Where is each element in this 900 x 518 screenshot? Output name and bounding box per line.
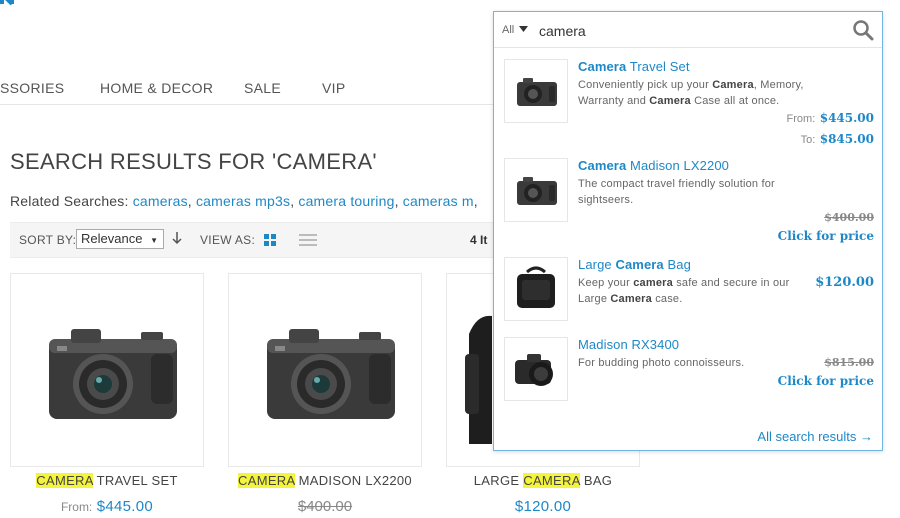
price-to-label: To:	[800, 134, 816, 146]
caret-down-icon[interactable]	[519, 26, 528, 32]
price-from-label: From:	[786, 113, 816, 125]
related-link-cameras[interactable]: cameras	[133, 193, 188, 209]
sort-select-value: Relevance	[81, 231, 143, 246]
search-input[interactable]	[539, 21, 839, 41]
result-thumbnail[interactable]	[504, 59, 568, 123]
result-title-match: Camera	[615, 257, 664, 272]
search-highlight: CAMERA	[36, 473, 93, 488]
result-prices: $120.00	[815, 273, 874, 291]
product-price: $400.00	[228, 498, 422, 516]
product-name-rest: TRAVEL SET	[93, 473, 178, 488]
click-for-price-link[interactable]: Click for price	[778, 374, 874, 388]
camera-image	[267, 329, 395, 419]
nav-item-home-decor[interactable]: HOME & DECOR	[100, 80, 213, 96]
price-from-value: $445.00	[819, 111, 874, 125]
result-description: For budding photo connoisseurs.	[578, 357, 745, 369]
related-searches: Related Searches: cameras, cameras mp3s,…	[10, 193, 478, 209]
product-name[interactable]: LARGE CAMERA BAG	[446, 473, 640, 488]
result-description: Conveniently pick up your Camera, Memory…	[578, 79, 804, 107]
price-to-value: $845.00	[819, 132, 874, 146]
product-name-pre: LARGE	[473, 473, 524, 488]
result-description: Keep your camera safe and secure in our …	[578, 277, 790, 305]
search-bar: All	[494, 12, 882, 48]
separator: ,	[473, 193, 478, 209]
nav-divider	[0, 104, 495, 105]
nav-item-vip[interactable]: VIP	[322, 80, 345, 96]
result-prices: From: $445.00 To: $845.00	[787, 108, 874, 150]
price-value: $120.00	[815, 275, 874, 290]
old-price: $400.00	[297, 498, 353, 515]
product-name-rest: MADISON LX2200	[294, 473, 412, 488]
result-title[interactable]: Madison RX3400	[578, 337, 679, 352]
result-title-rest: Madison LX2200	[626, 158, 729, 173]
chevron-down-icon: ▼	[150, 236, 158, 245]
camera-image	[517, 78, 557, 106]
search-result-item[interactable]: Large Camera Bag Keep your camera safe a…	[504, 257, 874, 327]
search-autocomplete-panel: All Camera Travel Set Conveniently pick …	[493, 11, 883, 451]
separator: ,	[394, 193, 399, 209]
camera-bag-image	[517, 266, 555, 308]
dslr-camera-image	[515, 354, 553, 386]
search-highlight: CAMERA	[238, 473, 295, 488]
result-title[interactable]: Large Camera Bag	[578, 257, 691, 272]
product-price: From: $445.00	[10, 498, 204, 516]
click-for-price-link[interactable]: Click for price	[778, 229, 874, 243]
search-highlight: CAMERA	[523, 473, 580, 488]
price-from-label: From:	[60, 500, 93, 514]
result-thumbnail[interactable]	[504, 337, 568, 401]
product-name[interactable]: CAMERA TRAVEL SET	[10, 473, 204, 488]
product-price: $120.00	[446, 498, 640, 516]
related-link-cameras-m[interactable]: cameras m	[403, 193, 474, 209]
view-as-label: VIEW AS:	[200, 233, 256, 247]
nav-item-accessories[interactable]: SSORIES	[0, 80, 64, 96]
search-result-item[interactable]: Camera Travel Set Conveniently pick up y…	[504, 59, 874, 149]
product-image[interactable]	[228, 273, 422, 467]
nav-item-sale[interactable]: SALE	[244, 80, 281, 96]
result-thumbnail[interactable]	[504, 158, 568, 222]
items-count: 4 It	[470, 233, 488, 247]
result-title-match: Camera	[578, 59, 627, 74]
search-result-item[interactable]: Camera Madison LX2200 The compact travel…	[504, 158, 874, 248]
related-link-camera-touring[interactable]: camera touring	[298, 193, 394, 209]
search-icon[interactable]	[852, 19, 874, 41]
price-value: $120.00	[514, 498, 572, 515]
page-title: SEARCH RESULTS FOR 'CAMERA'	[10, 149, 377, 174]
list-view-icon[interactable]	[299, 234, 317, 246]
price-value: $445.00	[96, 498, 154, 515]
product-card[interactable]: CAMERA MADISON LX2200 $400.00	[228, 273, 422, 515]
result-title-match: Camera	[578, 158, 627, 173]
related-searches-label: Related Searches:	[10, 193, 129, 209]
result-title-rest: Travel Set	[626, 59, 690, 74]
result-title-rest: Bag	[663, 257, 691, 272]
sort-by-label: SORT BY:	[19, 233, 77, 247]
result-title-pre: Large	[578, 257, 616, 272]
result-title[interactable]: Camera Travel Set	[578, 59, 690, 74]
old-price: $815.00	[824, 356, 874, 369]
camera-image	[517, 177, 557, 205]
sort-toolbar: SORT BY: Relevance ▼ VIEW AS: 4 It	[10, 222, 495, 258]
sort-select[interactable]: Relevance ▼	[76, 229, 164, 249]
camera-image	[49, 329, 177, 419]
result-description: The compact travel friendly solution for…	[578, 178, 775, 206]
logo[interactable]	[0, 0, 30, 10]
search-result-item[interactable]: Madison RX3400 For budding photo connois…	[504, 337, 874, 407]
old-price: $400.00	[824, 211, 874, 224]
product-card[interactable]: CAMERA TRAVEL SET From: $445.00	[10, 273, 204, 515]
product-image[interactable]	[10, 273, 204, 467]
separator: ,	[290, 193, 295, 209]
sort-direction-arrow-icon[interactable]	[172, 230, 182, 246]
grid-view-icon[interactable]	[264, 234, 276, 246]
product-name[interactable]: CAMERA MADISON LX2200	[228, 473, 422, 488]
result-title[interactable]: Camera Madison LX2200	[578, 158, 729, 173]
result-prices: $400.00 Click for price	[778, 208, 874, 245]
result-prices: $815.00 Click for price	[778, 353, 874, 390]
related-link-cameras-mp3s[interactable]: cameras mp3s	[196, 193, 290, 209]
separator: ,	[187, 193, 192, 209]
search-scope-select[interactable]: All	[502, 24, 514, 36]
product-name-rest: BAG	[579, 473, 613, 488]
all-search-results-link[interactable]: All search results →	[757, 429, 873, 444]
result-thumbnail[interactable]	[504, 257, 568, 321]
